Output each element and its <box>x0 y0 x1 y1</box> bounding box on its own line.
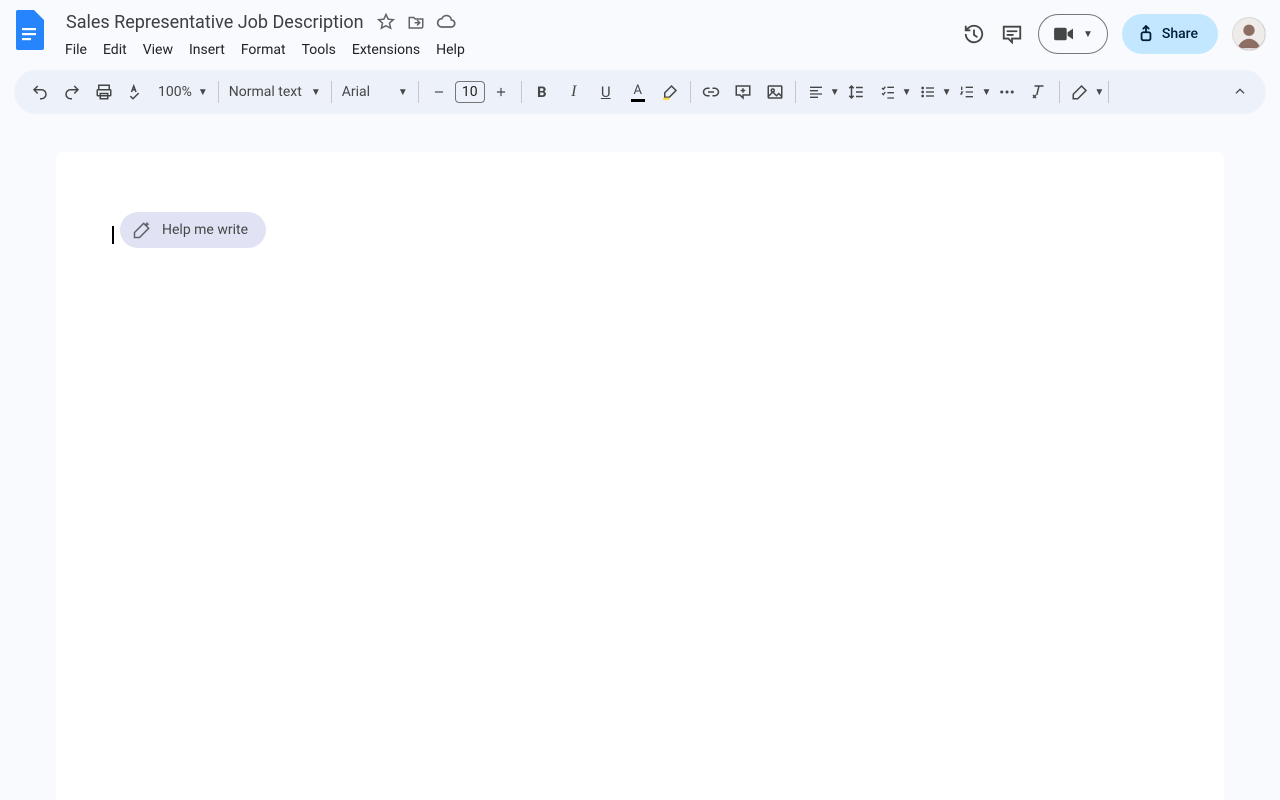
italic-button[interactable]: I <box>558 76 590 108</box>
add-comment-button[interactable] <box>727 76 759 108</box>
zoom-value: 100% <box>158 84 192 100</box>
undo-button[interactable] <box>24 76 56 108</box>
document-title[interactable]: Sales Representative Job Description <box>64 12 366 33</box>
cloud-status-icon[interactable] <box>436 12 456 32</box>
document-surface: Help me write <box>0 118 1280 800</box>
separator <box>1108 81 1109 103</box>
menu-extensions[interactable]: Extensions <box>345 38 427 62</box>
insert-link-button[interactable] <box>695 76 727 108</box>
numbered-list-button[interactable] <box>951 76 983 108</box>
move-folder-icon[interactable] <box>406 12 426 32</box>
bold-button[interactable]: B <box>526 76 558 108</box>
menu-edit[interactable]: Edit <box>96 38 134 62</box>
star-icon[interactable] <box>376 12 396 32</box>
chevron-down-icon[interactable]: ▼ <box>942 87 952 98</box>
toolbar: 100% ▼ Normal text ▼ Arial ▼ 10 B I U A <box>14 70 1266 114</box>
chevron-down-icon: ▼ <box>1083 29 1093 40</box>
share-button[interactable]: Share <box>1122 14 1218 54</box>
bulleted-list-button[interactable] <box>912 76 944 108</box>
clear-formatting-button[interactable] <box>1023 76 1055 108</box>
spellcheck-button[interactable] <box>120 76 152 108</box>
menu-tools[interactable]: Tools <box>295 38 343 62</box>
menu-insert[interactable]: Insert <box>182 38 232 62</box>
highlight-color-button[interactable] <box>654 76 686 108</box>
line-spacing-button[interactable] <box>840 76 872 108</box>
menu-help[interactable]: Help <box>429 38 472 62</box>
font-size-input[interactable]: 10 <box>455 81 485 103</box>
comments-icon[interactable] <box>1000 22 1024 46</box>
separator <box>218 81 219 103</box>
insert-image-button[interactable] <box>759 76 791 108</box>
separator <box>418 81 419 103</box>
chevron-down-icon[interactable]: ▼ <box>1094 87 1104 98</box>
print-button[interactable] <box>88 76 120 108</box>
font-family-selector[interactable]: Arial ▼ <box>336 76 414 108</box>
menubar: File Edit View Insert Format Tools Exten… <box>58 38 962 62</box>
text-cursor <box>112 226 114 244</box>
menu-format[interactable]: Format <box>234 38 293 62</box>
more-options-button[interactable] <box>991 76 1023 108</box>
font-family-value: Arial <box>342 84 370 100</box>
chevron-down-icon[interactable]: ▼ <box>902 87 912 98</box>
paragraph-style-selector[interactable]: Normal text ▼ <box>223 76 327 108</box>
separator <box>690 81 691 103</box>
separator <box>1059 81 1060 103</box>
menu-file[interactable]: File <box>58 38 94 62</box>
share-label: Share <box>1162 26 1198 42</box>
help-me-write-label: Help me write <box>162 222 248 238</box>
chevron-down-icon: ▼ <box>311 87 321 98</box>
increase-font-size-button[interactable] <box>485 76 517 108</box>
separator <box>795 81 796 103</box>
separator <box>521 81 522 103</box>
paragraph-style-value: Normal text <box>229 84 302 100</box>
align-button[interactable] <box>800 76 832 108</box>
underline-button[interactable]: U <box>590 76 622 108</box>
checklist-button[interactable] <box>872 76 904 108</box>
docs-logo[interactable] <box>14 8 50 52</box>
video-call-button[interactable]: ▼ <box>1038 14 1108 54</box>
chevron-down-icon[interactable]: ▼ <box>830 87 840 98</box>
chevron-down-icon: ▼ <box>398 87 408 98</box>
help-me-write-chip[interactable]: Help me write <box>120 212 266 248</box>
chevron-down-icon[interactable]: ▼ <box>981 87 991 98</box>
zoom-selector[interactable]: 100% ▼ <box>152 76 214 108</box>
history-icon[interactable] <box>962 22 986 46</box>
avatar[interactable] <box>1232 17 1266 51</box>
decrease-font-size-button[interactable] <box>423 76 455 108</box>
pencil-sparkle-icon <box>132 220 152 240</box>
text-color-button[interactable]: A <box>622 76 654 108</box>
menu-view[interactable]: View <box>136 38 180 62</box>
font-size-value: 10 <box>462 84 478 100</box>
separator <box>331 81 332 103</box>
redo-button[interactable] <box>56 76 88 108</box>
editing-mode-button[interactable] <box>1064 76 1096 108</box>
document-page[interactable]: Help me write <box>56 152 1224 800</box>
collapse-toolbar-button[interactable] <box>1224 76 1256 108</box>
chevron-down-icon: ▼ <box>198 87 208 98</box>
